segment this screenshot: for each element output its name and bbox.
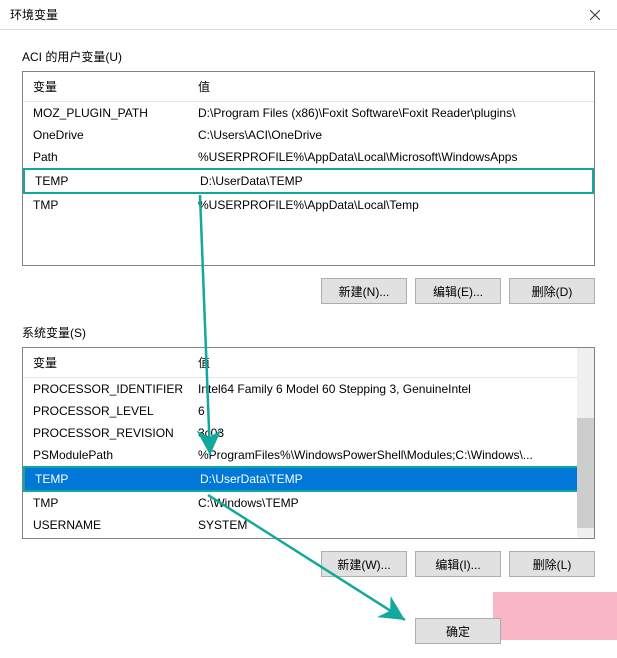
var-name: TMP [23,495,188,511]
table-row[interactable]: TEMPD:\UserData\TEMP [23,466,594,492]
table-row[interactable]: TMP%USERPROFILE%\AppData\Local\Temp [23,194,594,216]
col-header-name[interactable]: 变量 [23,72,188,101]
titlebar: 环境变量 [0,0,617,30]
table-row[interactable]: TEMPD:\UserData\TEMP [23,168,594,194]
user-vars-buttons: 新建(N)... 编辑(E)... 删除(D) [22,278,595,304]
user-vars-headers: 变量 值 [23,72,594,102]
col-header-value[interactable]: 值 [188,72,594,101]
scrollbar-thumb[interactable] [577,418,594,528]
system-delete-button[interactable]: 删除(L) [509,551,595,577]
system-vars-buttons: 新建(W)... 编辑(I)... 删除(L) [22,551,595,577]
system-variables-section: 系统变量(S) 变量 值 PROCESSOR_IDENTIFIERIntel64… [22,324,595,577]
table-row[interactable]: PSModulePath%ProgramFiles%\WindowsPowerS… [23,444,594,466]
var-value: 6 [188,403,594,419]
table-row[interactable]: Path%USERPROFILE%\AppData\Local\Microsof… [23,146,594,168]
var-name: USERNAME [23,517,188,533]
var-name: TEMP [25,471,190,487]
table-row[interactable]: OneDriveC:\Users\ACI\OneDrive [23,124,594,146]
var-value: %USERPROFILE%\AppData\Local\Microsoft\Wi… [188,149,594,165]
var-value: D:\Program Files (x86)\Foxit Software\Fo… [188,105,594,121]
system-vars-headers: 变量 值 [23,348,594,378]
var-name: PROCESSOR_IDENTIFIER [23,381,188,397]
var-value: %ProgramFiles%\WindowsPowerShell\Modules… [188,447,594,463]
var-name: TEMP [25,173,190,189]
user-vars-listbox[interactable]: 变量 值 MOZ_PLUGIN_PATHD:\Program Files (x8… [22,71,595,266]
var-value: D:\UserData\TEMP [190,173,592,189]
var-name: PROCESSOR_LEVEL [23,403,188,419]
table-row[interactable]: PROCESSOR_IDENTIFIERIntel64 Family 6 Mod… [23,378,594,400]
user-delete-button[interactable]: 删除(D) [509,278,595,304]
system-edit-button[interactable]: 编辑(I)... [415,551,501,577]
system-new-button[interactable]: 新建(W)... [321,551,407,577]
var-name: MOZ_PLUGIN_PATH [23,105,188,121]
var-value: 3c03 [188,425,594,441]
var-name: OneDrive [23,127,188,143]
table-row[interactable]: TMPC:\Windows\TEMP [23,492,594,514]
var-name: Path [23,149,188,165]
col-header-value[interactable]: 值 [188,348,594,377]
system-vars-label: 系统变量(S) [22,324,595,341]
system-vars-listbox[interactable]: 变量 值 PROCESSOR_IDENTIFIERIntel64 Family … [22,347,595,539]
var-value: Intel64 Family 6 Model 60 Stepping 3, Ge… [188,381,594,397]
table-row[interactable]: PROCESSOR_REVISION3c03 [23,422,594,444]
var-name: PSModulePath [23,447,188,463]
table-row[interactable]: PROCESSOR_LEVEL6 [23,400,594,422]
var-value: D:\UserData\TEMP [190,471,592,487]
col-header-name[interactable]: 变量 [23,348,188,377]
ok-button[interactable]: 确定 [415,618,501,644]
var-name: TMP [23,197,188,213]
user-vars-label: ACI 的用户变量(U) [22,48,595,65]
var-name: PROCESSOR_REVISION [23,425,188,441]
var-value: C:\Users\ACI\OneDrive [188,127,594,143]
annotation-overlay [493,592,617,640]
close-button[interactable] [572,0,617,30]
user-new-button[interactable]: 新建(N)... [321,278,407,304]
close-icon [590,10,600,20]
var-value: %USERPROFILE%\AppData\Local\Temp [188,197,594,213]
var-value: SYSTEM [188,517,594,533]
user-edit-button[interactable]: 编辑(E)... [415,278,501,304]
scrollbar[interactable] [577,348,594,538]
table-row[interactable]: MOZ_PLUGIN_PATHD:\Program Files (x86)\Fo… [23,102,594,124]
var-value: C:\Windows\TEMP [188,495,594,511]
window-title: 环境变量 [10,6,58,23]
table-row[interactable]: USERNAMESYSTEM [23,514,594,536]
user-variables-section: ACI 的用户变量(U) 变量 值 MOZ_PLUGIN_PATHD:\Prog… [22,48,595,304]
